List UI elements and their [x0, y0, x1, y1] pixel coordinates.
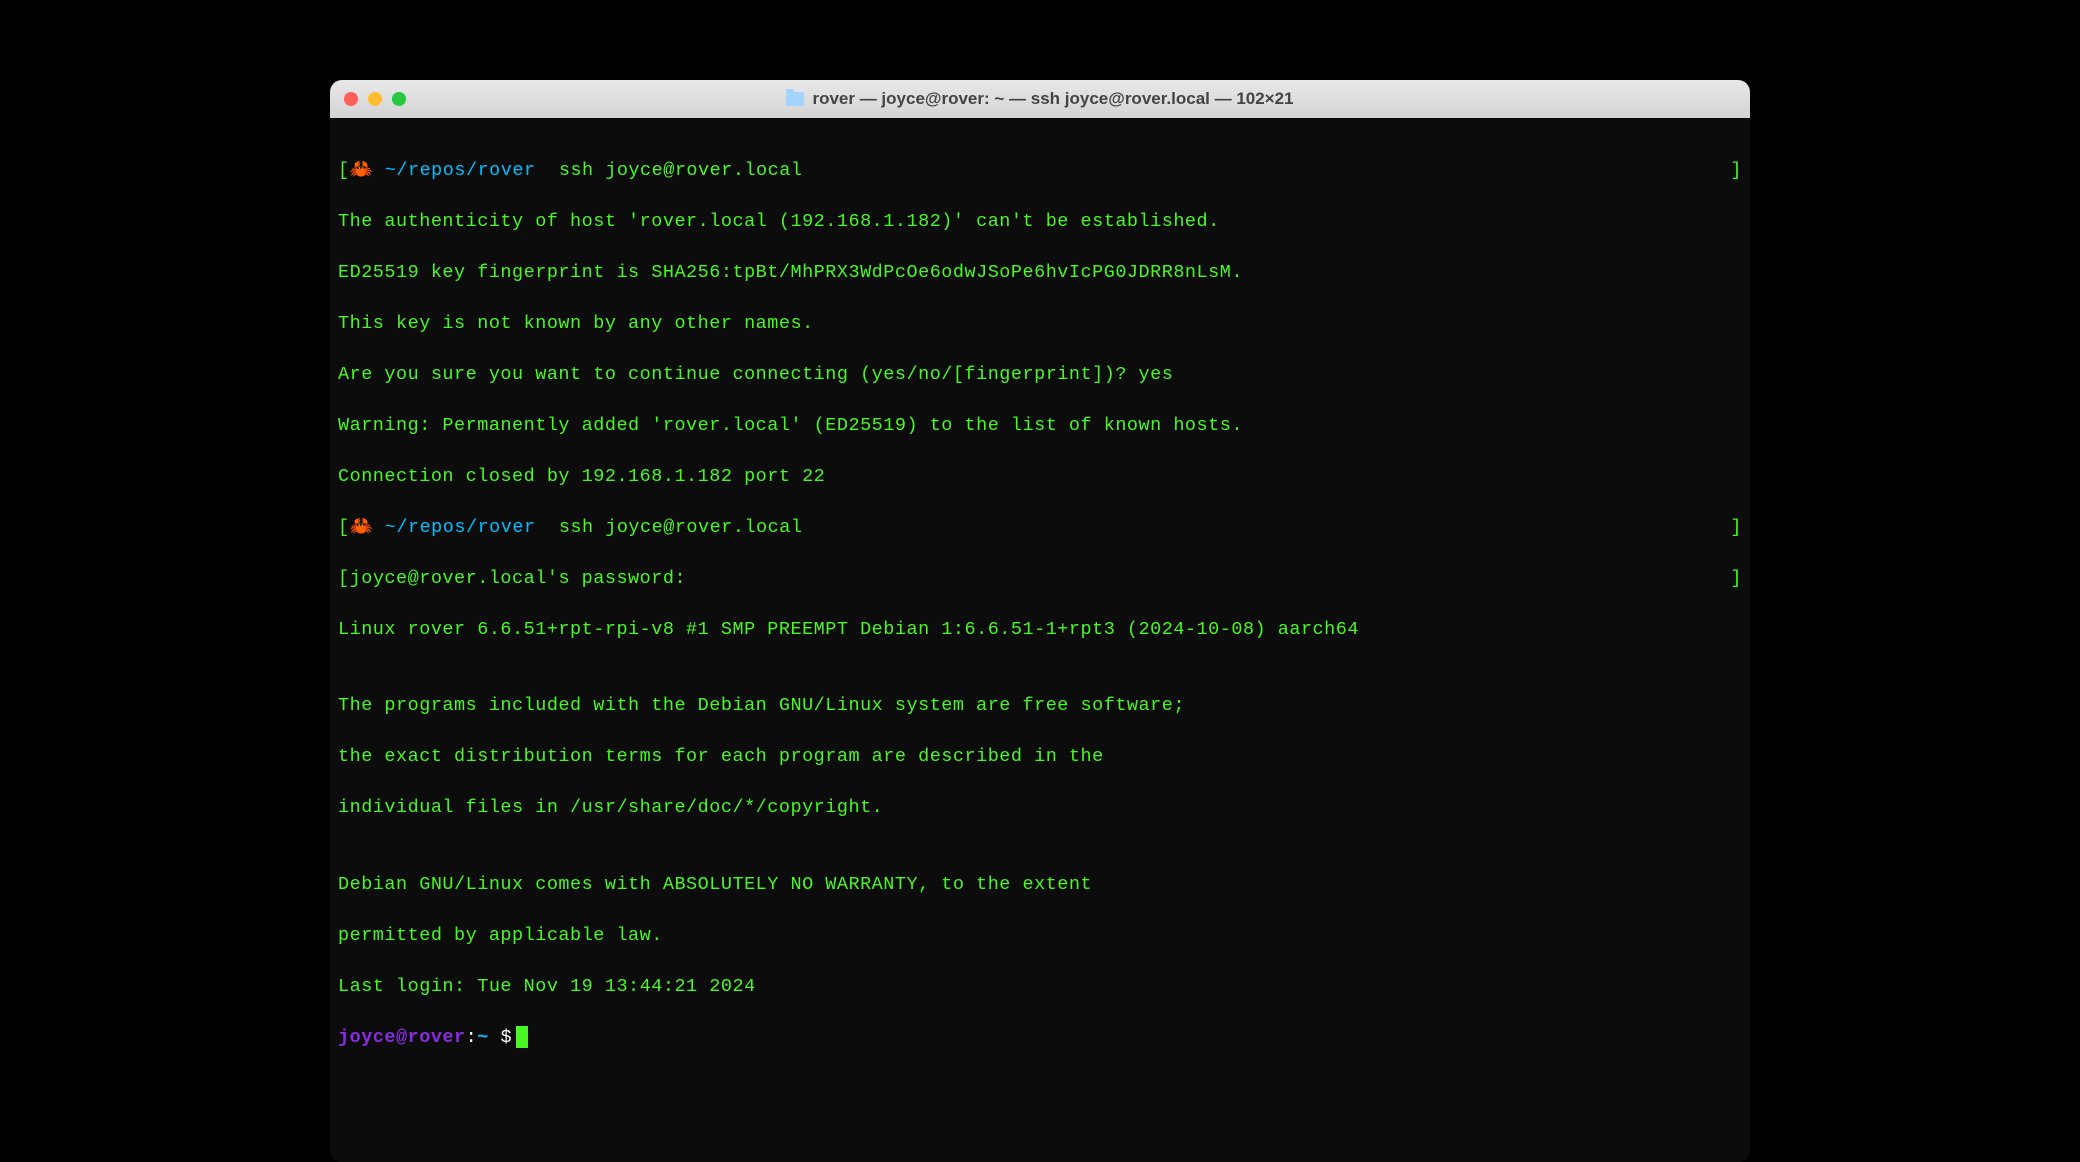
- output-line: The programs included with the Debian GN…: [338, 693, 1742, 719]
- cwd-1: ~/repos/rover: [385, 160, 536, 181]
- output-line: Debian GNU/Linux comes with ABSOLUTELY N…: [338, 872, 1742, 898]
- terminal-window: rover — joyce@rover: ~ — ssh joyce@rover…: [330, 80, 1750, 1162]
- remote-prompt: joyce@rover:~ $: [338, 1025, 1742, 1051]
- folder-icon: [786, 92, 804, 106]
- traffic-lights: [344, 92, 406, 106]
- output-line: Connection closed by 192.168.1.182 port …: [338, 464, 1742, 490]
- prompt-at: @: [396, 1027, 408, 1048]
- close-button[interactable]: [344, 92, 358, 106]
- crab-icon: 🦀: [350, 517, 374, 538]
- cursor: [516, 1026, 528, 1048]
- output-line: This key is not known by any other names…: [338, 311, 1742, 337]
- left-bracket: [: [338, 517, 350, 538]
- output-line: joyce@rover.local's password:: [350, 568, 686, 589]
- left-bracket: [: [338, 160, 350, 181]
- cwd-2: ~/repos/rover: [385, 517, 536, 538]
- window-title-text: rover — joyce@rover: ~ — ssh joyce@rover…: [812, 89, 1293, 109]
- output-line: individual files in /usr/share/doc/*/cop…: [338, 795, 1742, 821]
- output-line: The authenticity of host 'rover.local (1…: [338, 209, 1742, 235]
- output-line: Are you sure you want to continue connec…: [338, 362, 1742, 388]
- prompt-colon: :: [466, 1027, 478, 1048]
- command-1: ssh joyce@rover.local: [559, 160, 803, 181]
- password-line: [joyce@rover.local's password:]: [338, 566, 1742, 592]
- prompt-line-1: [🦀 ~/repos/rover ssh joyce@rover.local]: [338, 158, 1742, 184]
- terminal-body[interactable]: [🦀 ~/repos/rover ssh joyce@rover.local] …: [330, 118, 1750, 1162]
- output-line: permitted by applicable law.: [338, 923, 1742, 949]
- minimize-button[interactable]: [368, 92, 382, 106]
- prompt-host: rover: [408, 1027, 466, 1048]
- window-title: rover — joyce@rover: ~ — ssh joyce@rover…: [344, 89, 1736, 109]
- right-bracket: ]: [1730, 566, 1742, 592]
- right-bracket: ]: [1730, 158, 1742, 184]
- right-bracket: ]: [1730, 515, 1742, 541]
- output-line: Linux rover 6.6.51+rpt-rpi-v8 #1 SMP PRE…: [338, 617, 1742, 643]
- prompt-user: joyce: [338, 1027, 396, 1048]
- prompt-dollar: $: [489, 1027, 512, 1048]
- output-line: Warning: Permanently added 'rover.local'…: [338, 413, 1742, 439]
- prompt-tilde: ~: [477, 1027, 489, 1048]
- left-bracket: [: [338, 568, 350, 589]
- output-line: ED25519 key fingerprint is SHA256:tpBt/M…: [338, 260, 1742, 286]
- crab-icon: 🦀: [350, 160, 374, 181]
- zoom-button[interactable]: [392, 92, 406, 106]
- prompt-line-2: [🦀 ~/repos/rover ssh joyce@rover.local]: [338, 515, 1742, 541]
- command-2: ssh joyce@rover.local: [559, 517, 803, 538]
- output-line: the exact distribution terms for each pr…: [338, 744, 1742, 770]
- titlebar[interactable]: rover — joyce@rover: ~ — ssh joyce@rover…: [330, 80, 1750, 118]
- output-line: Last login: Tue Nov 19 13:44:21 2024: [338, 974, 1742, 1000]
